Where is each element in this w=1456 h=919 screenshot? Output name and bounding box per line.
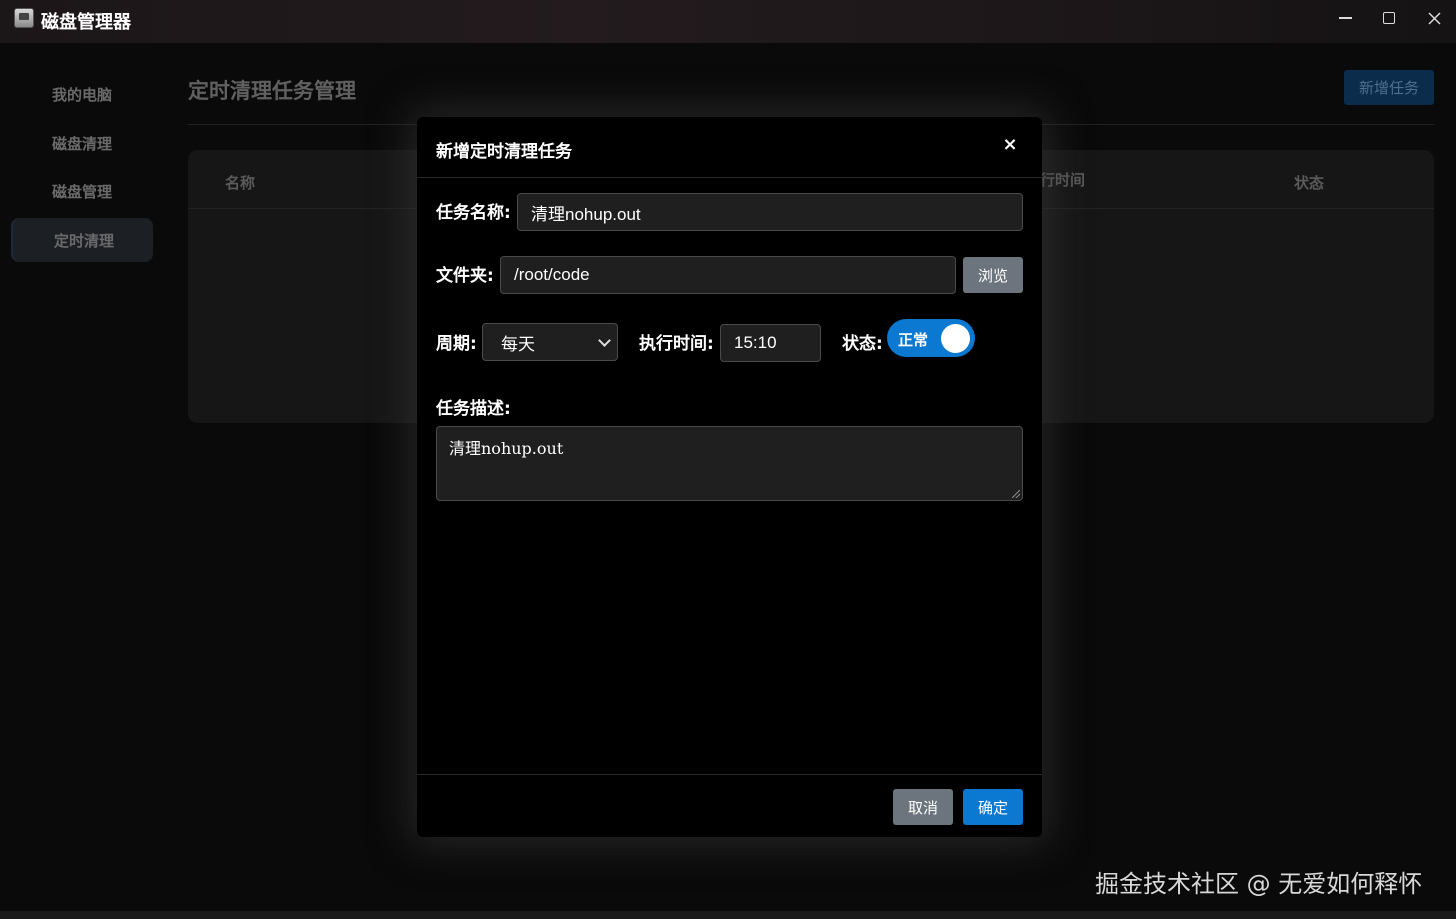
- task-name-input[interactable]: 清理nohup.out: [517, 193, 1023, 231]
- browse-button[interactable]: 浏览: [963, 257, 1023, 293]
- sidebar: 我的电脑 磁盘清理 磁盘管理 定时清理: [0, 43, 165, 911]
- watermark: 掘金技术社区 @ 无爱如何释怀: [1095, 870, 1423, 898]
- sidebar-item-label: 我的电脑: [52, 85, 113, 104]
- toggle-knob: [941, 324, 970, 353]
- exec-time-input[interactable]: 15:10: [720, 324, 821, 362]
- description-textarea[interactable]: 清理nohup.out: [436, 426, 1023, 501]
- period-label: 周期:: [436, 334, 477, 354]
- task-name-label: 任务名称:: [436, 203, 511, 223]
- dialog-title: 新增定时清理任务: [436, 142, 572, 162]
- app-title: 磁盘管理器: [41, 12, 131, 33]
- sidebar-item-scheduled-cleanup[interactable]: 定时清理: [11, 218, 153, 262]
- cancel-button[interactable]: 取消: [893, 789, 953, 825]
- maximize-icon: [1383, 12, 1395, 24]
- window-close-button[interactable]: [1412, 0, 1456, 36]
- description-text: 清理nohup.out: [449, 439, 564, 458]
- column-header-status: 状态: [1294, 174, 1325, 192]
- app-disk-icon: [14, 8, 34, 28]
- sidebar-item-disk-cleanup[interactable]: 磁盘清理: [11, 121, 153, 165]
- title-bar: 磁盘管理器: [0, 0, 1456, 43]
- column-header-name: 名称: [225, 174, 256, 192]
- close-icon: [1427, 11, 1441, 25]
- resize-handle-icon[interactable]: [1012, 490, 1020, 498]
- confirm-button[interactable]: 确定: [963, 789, 1023, 825]
- dialog-footer-divider: [417, 774, 1042, 775]
- add-task-dialog: 新增定时清理任务 × 任务名称: 清理nohup.out 文件夹: /root/…: [417, 117, 1042, 837]
- sidebar-item-my-computer[interactable]: 我的电脑: [11, 72, 153, 116]
- exec-time-label: 执行时间:: [639, 334, 714, 354]
- minimize-button[interactable]: [1323, 0, 1367, 36]
- period-select-value: 每天: [501, 334, 535, 354]
- add-task-button[interactable]: 新增任务: [1344, 70, 1434, 105]
- bottom-bar: [0, 911, 1456, 919]
- sidebar-item-disk-management[interactable]: 磁盘管理: [11, 169, 153, 213]
- minimize-icon: [1338, 17, 1352, 19]
- dialog-header: 新增定时清理任务 ×: [417, 117, 1042, 178]
- status-toggle-label: 正常: [898, 331, 929, 349]
- column-header-exec-time: 行时间: [1040, 171, 1086, 189]
- sidebar-item-label: 定时清理: [54, 231, 115, 250]
- maximize-button[interactable]: [1367, 0, 1411, 36]
- folder-input[interactable]: /root/code: [500, 256, 956, 294]
- dialog-close-button[interactable]: ×: [1000, 135, 1020, 155]
- folder-label: 文件夹:: [436, 266, 494, 286]
- page-title: 定时清理任务管理: [188, 79, 356, 103]
- status-toggle[interactable]: 正常: [887, 319, 975, 357]
- chevron-down-icon: [598, 334, 611, 347]
- status-label: 状态:: [842, 334, 883, 354]
- sidebar-item-label: 磁盘清理: [52, 134, 113, 153]
- period-select[interactable]: 每天: [482, 323, 618, 361]
- sidebar-item-label: 磁盘管理: [52, 182, 113, 201]
- description-label: 任务描述:: [436, 399, 511, 419]
